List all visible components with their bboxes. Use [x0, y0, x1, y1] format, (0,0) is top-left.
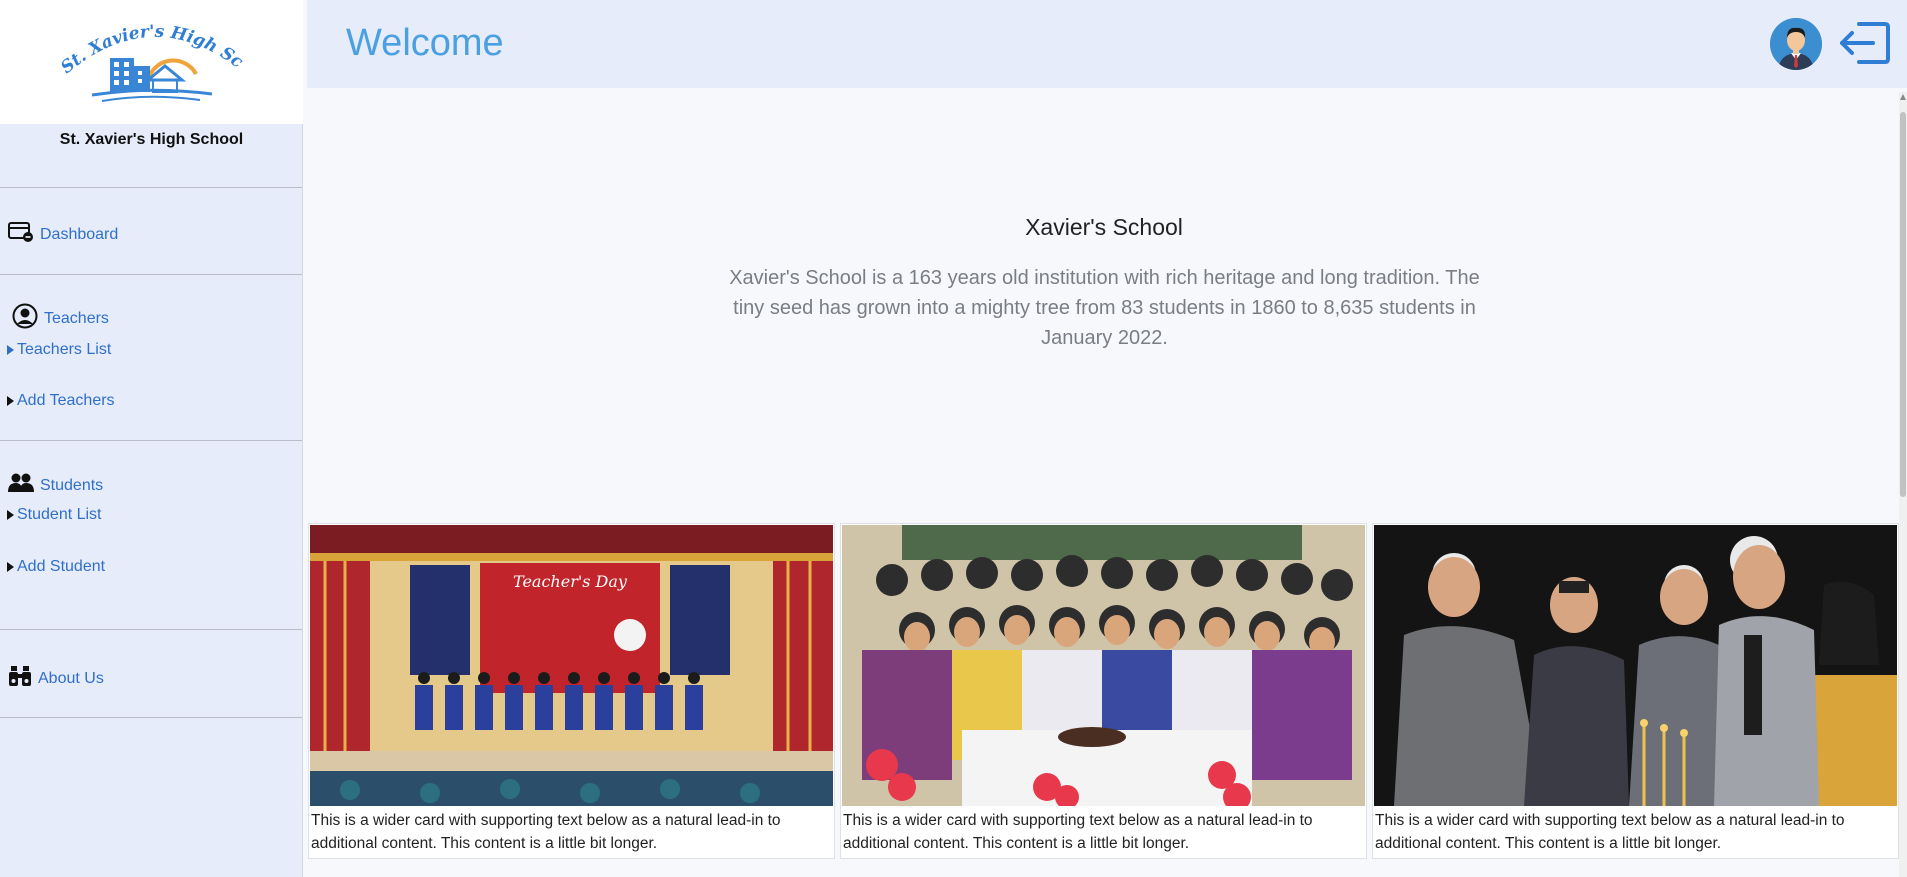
divider: [0, 717, 302, 718]
card-text: This is a wider card with supporting tex…: [311, 812, 781, 852]
photo-card: Teacher's Day This is a wider card with …: [308, 523, 835, 859]
caret-right-icon: [7, 562, 14, 572]
nav-teachers-list-label: Teachers List: [17, 341, 112, 358]
top-header: Welcome: [307, 0, 1907, 88]
caret-right-icon: [7, 345, 14, 355]
users-icon: [8, 473, 34, 498]
card-image: [1374, 525, 1897, 806]
dashboard-icon: [8, 221, 34, 248]
nav-students-label: Students: [40, 476, 104, 494]
page-title: Welcome: [346, 22, 504, 64]
scroll-up-icon[interactable]: [1900, 94, 1906, 100]
nav-student-list[interactable]: Student List: [7, 506, 102, 524]
divider: [0, 629, 302, 630]
scrollbar-thumb[interactable]: [1900, 112, 1906, 497]
nav-add-teachers-label: Add Teachers: [17, 392, 115, 409]
user-avatar[interactable]: [1770, 18, 1822, 70]
nav-student-list-label: Student List: [17, 506, 102, 523]
hero-title: Xavier's School: [1025, 214, 1183, 240]
svg-text:Teacher's Day: Teacher's Day: [513, 572, 628, 591]
divider: [0, 440, 302, 441]
card-image: Teacher's Day: [310, 525, 833, 806]
divider: [0, 274, 302, 275]
nav-add-student-label: Add Student: [17, 558, 106, 575]
nav-about-us-label: About Us: [38, 669, 104, 687]
card-text: This is a wider card with supporting tex…: [843, 812, 1313, 852]
card-image: [842, 525, 1365, 806]
sidebar: St. Xavier's High School St. Xavier's Hi…: [0, 0, 303, 877]
logout-icon[interactable]: [1837, 20, 1891, 66]
scrollbar[interactable]: [1899, 92, 1907, 877]
school-logo[interactable]: St. Xavier's High School: [0, 0, 303, 124]
school-name: St. Xavier's High School: [59, 131, 244, 148]
caret-right-icon: [7, 510, 14, 520]
nav-add-teachers[interactable]: Add Teachers: [7, 392, 115, 410]
caret-right-icon: [7, 396, 14, 406]
nav-students[interactable]: Students: [8, 473, 103, 498]
nav-teachers-list[interactable]: Teachers List: [7, 341, 111, 359]
divider: [0, 187, 302, 188]
hero-description: Xavier's School is a 163 years old insti…: [729, 267, 1480, 349]
photo-card: This is a wider card with supporting tex…: [840, 523, 1367, 859]
nav-dashboard-label: Dashboard: [40, 225, 119, 243]
hero-section: Xavier's School Xavier's School is a 163…: [307, 88, 1901, 518]
nav-dashboard[interactable]: Dashboard: [8, 221, 118, 248]
nav-teachers-label: Teachers: [44, 309, 109, 327]
nav-about-us[interactable]: About Us: [8, 665, 104, 692]
nav-add-student[interactable]: Add Student: [7, 558, 105, 576]
card-text: This is a wider card with supporting tex…: [1375, 812, 1845, 852]
user-circle-icon: [12, 303, 38, 334]
photo-card: This is a wider card with supporting tex…: [1372, 523, 1899, 859]
nav-teachers[interactable]: Teachers: [12, 303, 109, 334]
binoculars-icon: [8, 665, 32, 692]
